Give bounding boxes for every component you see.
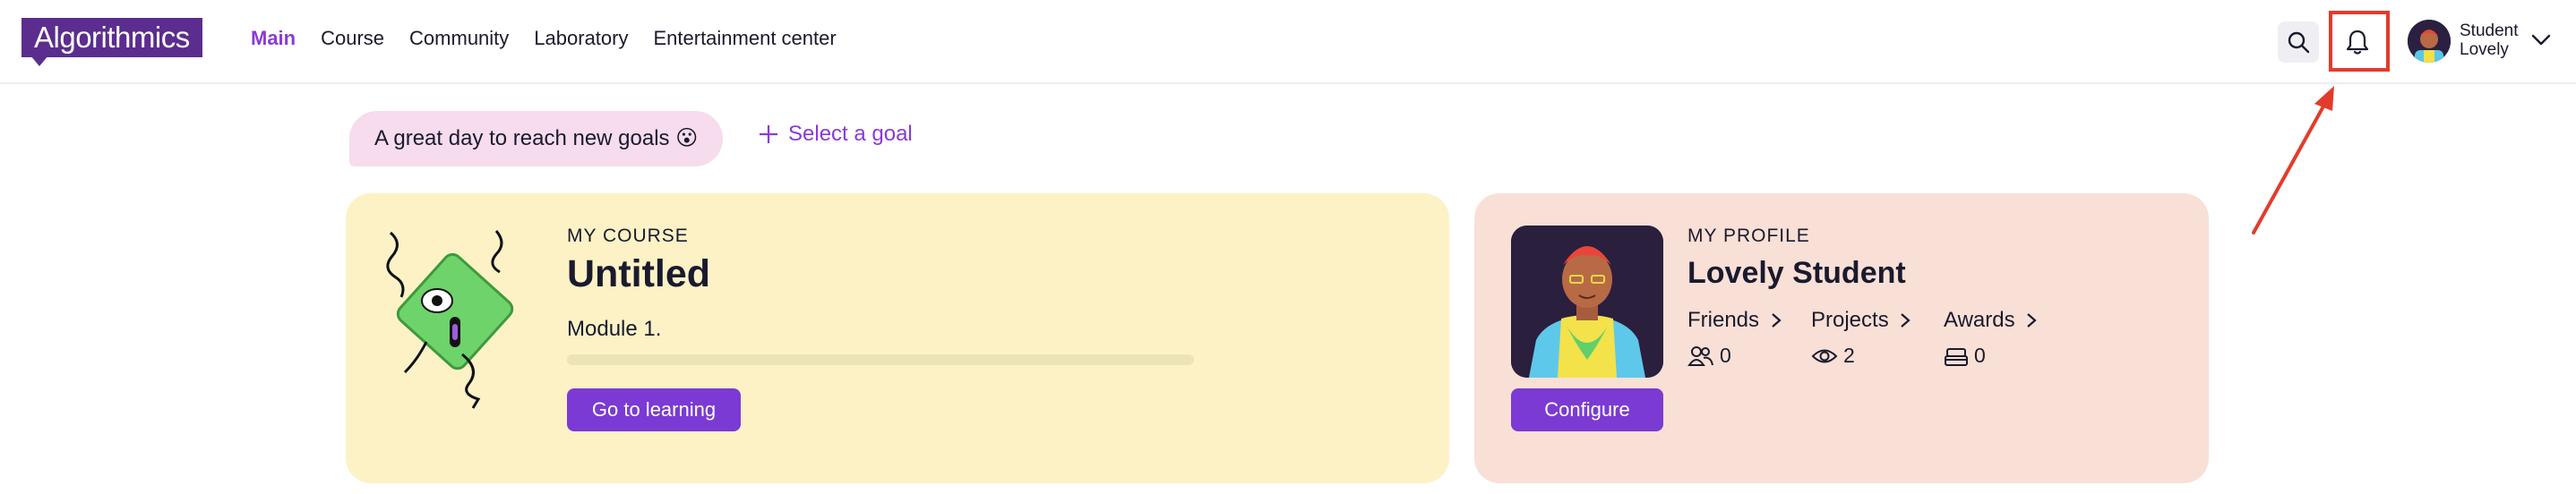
chevron-right-icon bbox=[1771, 313, 1782, 328]
projects-count: 2 bbox=[1811, 344, 1855, 368]
awards-count: 0 bbox=[1944, 344, 1986, 368]
plus-icon bbox=[760, 125, 777, 143]
configure-button[interactable]: Configure bbox=[1511, 388, 1663, 431]
user-name[interactable]: Student Lovely bbox=[2460, 21, 2519, 59]
course-eyebrow: MY COURSE bbox=[567, 226, 689, 246]
projects-label: Projects bbox=[1811, 308, 1889, 332]
profile-card: Configure MY PROFILE Lovely Student Frie… bbox=[1474, 193, 2209, 483]
profile-name: Lovely Student bbox=[1687, 256, 1906, 290]
logo[interactable]: Algorithmics bbox=[21, 18, 202, 57]
projects-link[interactable]: Projects bbox=[1811, 308, 1911, 333]
profile-avatar[interactable] bbox=[1511, 226, 1663, 378]
nav-item-entertainment-center[interactable]: Entertainment center bbox=[653, 27, 836, 50]
avatar-image bbox=[2408, 20, 2451, 63]
course-title: Untitled bbox=[567, 252, 711, 295]
nav-item-community[interactable]: Community bbox=[409, 27, 509, 50]
chevron-down-icon[interactable] bbox=[2531, 34, 2551, 47]
mascot-illustration bbox=[386, 230, 514, 409]
nav-item-course[interactable]: Course bbox=[321, 27, 384, 50]
friends-count: 0 bbox=[1687, 344, 1731, 368]
course-module: Module 1. bbox=[567, 317, 662, 341]
user-name-line-2: Lovely bbox=[2460, 40, 2509, 59]
awards-label: Awards bbox=[1944, 308, 2015, 332]
eye-icon bbox=[1811, 349, 1838, 362]
nav-item-main[interactable]: Main bbox=[251, 27, 296, 50]
chevron-right-icon bbox=[1901, 313, 1911, 328]
friends-link[interactable]: Friends bbox=[1687, 308, 1782, 333]
nav-item-laboratory[interactable]: Laboratory bbox=[534, 27, 628, 50]
search-button[interactable] bbox=[2278, 21, 2319, 63]
projects-value: 2 bbox=[1843, 344, 1855, 367]
awards-icon bbox=[1945, 347, 1968, 366]
annotation-arrow bbox=[2252, 86, 2334, 234]
user-name-line-1: Student bbox=[2460, 21, 2519, 40]
friends-value: 0 bbox=[1720, 344, 1731, 367]
main-nav: Main Course Community Laboratory Enterta… bbox=[251, 27, 837, 50]
go-to-learning-button[interactable]: Go to learning bbox=[567, 388, 741, 431]
chevron-right-icon bbox=[2027, 313, 2037, 328]
friends-icon bbox=[1687, 345, 1713, 366]
friends-label: Friends bbox=[1687, 308, 1760, 332]
logo-tail bbox=[30, 55, 48, 66]
course-progress-bar bbox=[567, 354, 1194, 365]
awards-value: 0 bbox=[1974, 344, 1986, 367]
search-icon bbox=[2288, 31, 2310, 54]
profile-eyebrow: MY PROFILE bbox=[1687, 226, 1810, 246]
select-goal-link[interactable]: Select a goal bbox=[758, 122, 913, 147]
awards-link[interactable]: Awards bbox=[1944, 308, 2037, 333]
profile-avatar-image bbox=[1511, 226, 1663, 378]
course-card: MY COURSE Untitled Module 1. Go to learn… bbox=[346, 193, 1449, 483]
highlight-box bbox=[2329, 11, 2390, 72]
top-header: Algorithmics Main Course Community Labor… bbox=[0, 0, 2576, 84]
select-goal-label: Select a goal bbox=[788, 122, 913, 146]
user-avatar[interactable] bbox=[2408, 20, 2451, 63]
goal-message: A great day to reach new goals 😮 bbox=[349, 111, 724, 166]
